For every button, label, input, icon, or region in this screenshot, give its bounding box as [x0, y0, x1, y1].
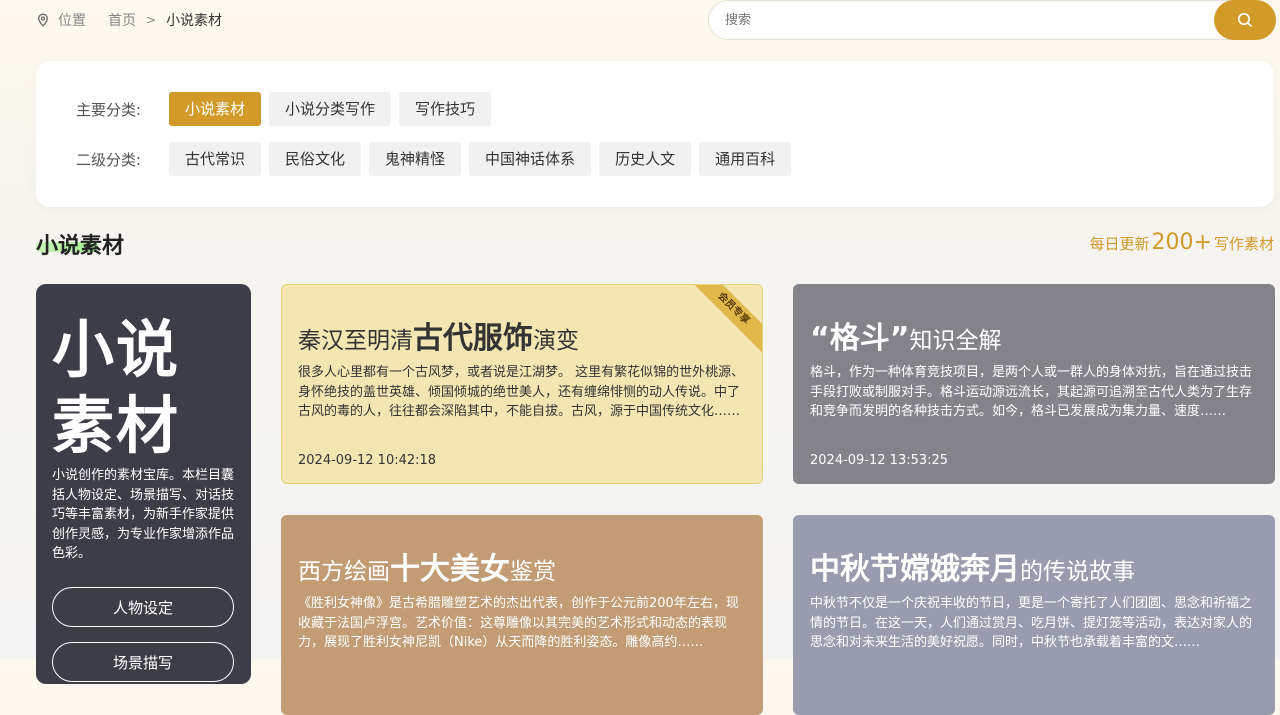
search-icon: [1238, 13, 1252, 27]
card-title: 西方绘画十大美女鉴赏: [298, 552, 556, 587]
search-button[interactable]: [1214, 0, 1276, 40]
secondary-category-row: 二级分类: 古代常识 民俗文化 鬼神精怪 中国神话体系 历史人文 通用百科: [76, 142, 799, 176]
material-card[interactable]: 秦汉至明清古代服饰演变 很多人心里都有一个古风梦，或者说是江湖梦。 这里有繁花似…: [281, 284, 763, 484]
card-excerpt: 很多人心里都有一个古风梦，或者说是江湖梦。 这里有繁花似锦的世外桃源、身怀绝技的…: [298, 365, 745, 419]
update-suffix: 写作素材: [1213, 235, 1274, 253]
primary-tag-novel-material[interactable]: 小说素材: [169, 92, 262, 126]
card-date: 2024-09-12 10:42:18: [298, 453, 437, 468]
breadcrumb-current: 小说素材: [166, 13, 223, 29]
secondary-tag-history-humanities[interactable]: 历史人文: [599, 142, 692, 176]
member-exclusive-badge: 会员专享: [687, 285, 762, 355]
primary-category-label: 主要分类:: [76, 100, 142, 119]
material-card[interactable]: 西方绘画十大美女鉴赏 《胜利女神像》是古希腊雕塑艺术的杰出代表，创作于公元前20…: [281, 515, 763, 715]
search-input[interactable]: [708, 0, 1268, 40]
intro-panel: 小说 素材 小说创作的素材宝库。本栏目囊括人物设定、场景描写、对话技巧等丰富素材…: [36, 284, 251, 684]
breadcrumb-separator: >: [146, 13, 157, 27]
card-date: 2024-09-12 13:53:25: [810, 453, 949, 468]
category-filter-panel: 主要分类: 小说素材 小说分类写作 写作技巧 二级分类: 古代常识 民俗文化 鬼…: [36, 61, 1274, 207]
secondary-tag-ghosts-spirits[interactable]: 鬼神精怪: [369, 142, 462, 176]
character-setting-button[interactable]: 人物设定: [52, 587, 234, 627]
secondary-tag-folk-culture[interactable]: 民俗文化: [269, 142, 362, 176]
card-title: “格斗”知识全解: [810, 321, 1002, 356]
secondary-tag-ancient-knowledge[interactable]: 古代常识: [169, 142, 262, 176]
primary-category-row: 主要分类: 小说素材 小说分类写作 写作技巧: [76, 92, 499, 126]
card-excerpt: 《胜利女神像》是古希腊雕塑艺术的杰出代表，创作于公元前200年左右，现收藏于法国…: [298, 596, 739, 650]
update-prefix: 每日更新: [1089, 235, 1150, 253]
material-card[interactable]: 中秋节嫦娥奔月的传说故事 中秋节不仅是一个庆祝丰收的节日，更是一个寄托了人们团圆…: [793, 515, 1275, 715]
intro-description: 小说创作的素材宝库。本栏目囊括人物设定、场景描写、对话技巧等丰富素材，为新手作家…: [52, 468, 235, 561]
primary-tag-writing-skills[interactable]: 写作技巧: [399, 92, 492, 126]
intro-heading: 小说 素材: [52, 313, 181, 462]
search-bar: [708, 0, 1280, 40]
update-note: 每日更新 200+ 写作素材: [1090, 230, 1274, 255]
material-card[interactable]: “格斗”知识全解 格斗，作为一种体育竞技项目，是两个人或一群人的身体对抗，旨在通…: [793, 284, 1275, 484]
breadcrumb-home-link[interactable]: 首页: [108, 10, 136, 30]
update-count: 200+: [1151, 230, 1212, 255]
location-pin-icon: [38, 13, 48, 27]
card-title: 秦汉至明清古代服饰演变: [298, 321, 579, 356]
card-excerpt: 格斗，作为一种体育竞技项目，是两个人或一群人的身体对抗，旨在通过技击手段打败或制…: [810, 365, 1253, 419]
secondary-category-label: 二级分类:: [76, 150, 142, 169]
secondary-tag-general-encyclopedia[interactable]: 通用百科: [699, 142, 792, 176]
scene-description-button[interactable]: 场景描写: [52, 642, 234, 682]
card-title: 中秋节嫦娥奔月的传说故事: [810, 552, 1135, 587]
secondary-tag-chinese-mythology[interactable]: 中国神话体系: [469, 142, 592, 176]
section-title: 小说素材: [36, 234, 125, 259]
breadcrumb: 位置 首页 > 小说素材: [36, 10, 222, 30]
breadcrumb-location-label: 位置: [58, 13, 86, 29]
card-excerpt: 中秋节不仅是一个庆祝丰收的节日，更是一个寄托了人们团圆、思念和祈福之情的节日。在…: [810, 596, 1253, 650]
primary-tag-novel-genre-writing[interactable]: 小说分类写作: [269, 92, 392, 126]
